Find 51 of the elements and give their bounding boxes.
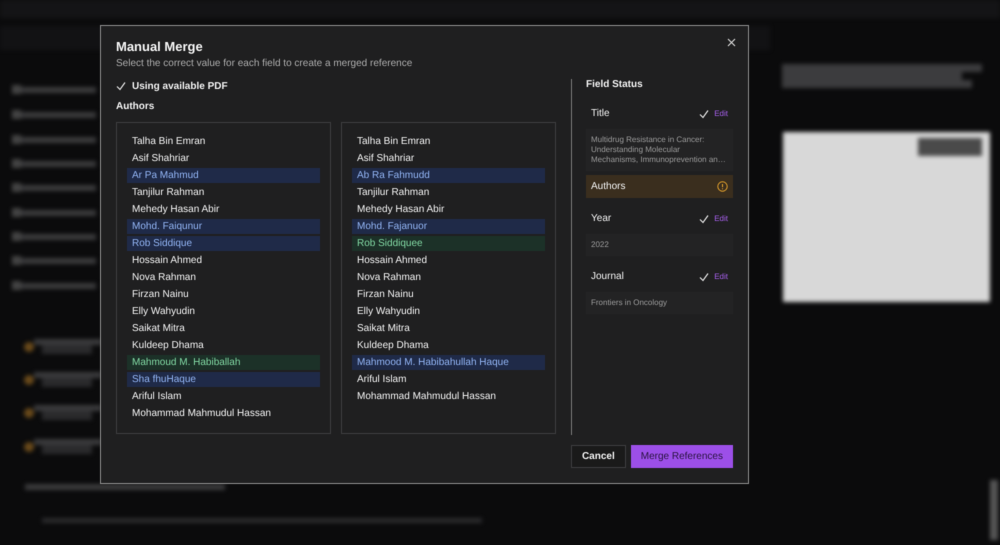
author-item[interactable]: Ariful Islam (352, 372, 545, 387)
edit-link[interactable]: Edit (714, 109, 728, 118)
author-item[interactable]: Nova Rahman (127, 270, 320, 285)
author-item[interactable]: Saikat Mitra (352, 321, 545, 336)
author-item[interactable]: Firzan Nainu (127, 287, 320, 302)
author-item[interactable]: Talha Bin Emran (127, 134, 320, 149)
author-item[interactable]: Kuldeep Dhama (352, 338, 545, 353)
author-item[interactable]: Tanjilur Rahman (127, 185, 320, 200)
field-name: Title (591, 108, 611, 119)
authors-label: Authors (116, 101, 156, 112)
author-item[interactable]: Talha Bin Emran (352, 134, 545, 149)
author-item[interactable]: Mohd. Fajanuor (352, 219, 545, 234)
dialog-title: Manual Merge (116, 39, 204, 54)
field-status-heading: Field Status (586, 79, 644, 92)
author-item[interactable]: Saikat Mitra (127, 321, 320, 336)
author-item[interactable]: Mahmoud M. Habiballah (127, 355, 320, 370)
field-value: 2022 (586, 234, 733, 256)
author-item[interactable]: Tanjilur Rahman (352, 185, 545, 200)
author-item[interactable]: Mehedy Hasan Abir (127, 202, 320, 217)
author-item[interactable]: Mahmood M. Habibahullah Haque (352, 355, 545, 370)
pdf-option-label[interactable]: Using available PDF (132, 80, 228, 92)
author-item[interactable]: Sha fhuHaque (127, 372, 320, 387)
field-name: Journal (591, 271, 625, 282)
field-name: Year (591, 213, 612, 224)
author-item[interactable]: Hossain Ahmed (127, 253, 320, 268)
field-name: Authors (591, 181, 626, 192)
author-item[interactable]: Mehedy Hasan Abir (352, 202, 545, 217)
scrollbar (990, 480, 998, 540)
author-item[interactable]: Ariful Islam (127, 389, 320, 404)
edit-link[interactable]: Edit (714, 272, 728, 281)
author-item[interactable]: Ab Ra Fahmudd (352, 168, 545, 183)
field-value: Multidrug Resistance in Cancer: Understanding Molecular Mechanisms, Immunoprevention an… (586, 129, 733, 171)
author-item[interactable]: Elly Wahyudin (352, 304, 545, 319)
author-item[interactable]: Asif Shahriar (352, 151, 545, 166)
author-item[interactable]: Kuldeep Dhama (127, 338, 320, 353)
author-item[interactable]: Firzan Nainu (352, 287, 545, 302)
author-item[interactable]: Ar Pa Mahmud (127, 168, 320, 183)
edit-link[interactable]: Edit (714, 214, 728, 223)
author-item[interactable]: Rob Siddiquee (352, 236, 545, 251)
author-item[interactable]: Mohd. Faiqunur (127, 219, 320, 234)
author-item[interactable]: Asif Shahriar (127, 151, 320, 166)
author-item[interactable]: Hossain Ahmed (352, 253, 545, 268)
author-item[interactable]: Rob Siddique (127, 236, 320, 251)
cancel-button[interactable]: Cancel (570, 445, 626, 468)
author-item[interactable]: Mohammad Mahmudul Hassan (352, 389, 545, 404)
field-value: Frontiers in Oncology (586, 292, 733, 314)
author-item[interactable]: Elly Wahyudin (127, 304, 320, 319)
author-item[interactable]: Mohammad Mahmudul Hassan (127, 406, 320, 421)
author-item[interactable]: Nova Rahman (352, 270, 545, 285)
merge-references-button[interactable]: Merge References (630, 445, 733, 468)
dialog-subtitle: Select the correct value for each field to create a merged reference (116, 58, 414, 69)
